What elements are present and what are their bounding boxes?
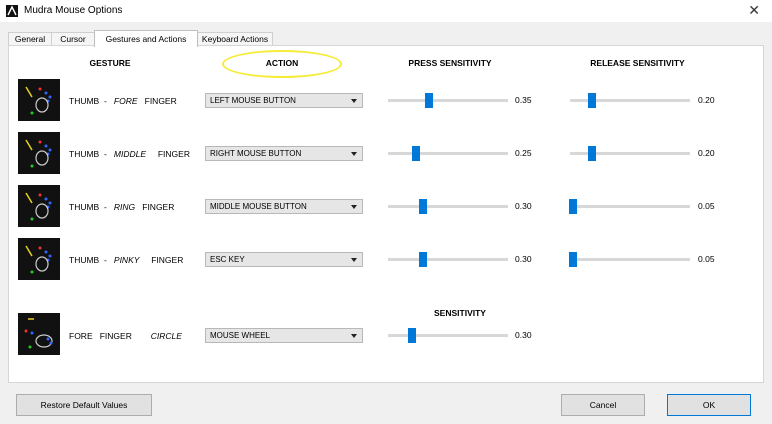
chevron-down-icon	[351, 258, 357, 262]
press-sensitivity-slider[interactable]	[388, 205, 508, 208]
press-sensitivity-slider[interactable]	[388, 152, 508, 155]
gesture-part-thumb: THUMB	[69, 96, 100, 106]
gesture-part-finger: FINGER	[151, 255, 184, 265]
gesture-dash: -	[103, 96, 107, 106]
release-slider-handle[interactable]	[588, 146, 596, 161]
gesture-dash: -	[103, 202, 107, 212]
release-sensitivity-value: 0.05	[698, 201, 715, 211]
gesture-part-thumb: THUMB	[69, 149, 100, 159]
title-bar: Mudra Mouse Options ✕	[0, 0, 772, 22]
header-sensitivity: SENSITIVITY	[434, 308, 486, 318]
release-slider-handle[interactable]	[588, 93, 596, 108]
release-sensitivity-slider[interactable]	[570, 205, 690, 208]
press-slider-handle[interactable]	[425, 93, 433, 108]
gesture-label: THUMB - FORE FINGER	[69, 96, 177, 106]
sensitivity-slider[interactable]	[388, 334, 508, 337]
action-value: ESC KEY	[210, 255, 245, 264]
gesture-thumbnail	[18, 132, 60, 174]
ok-button[interactable]: OK	[667, 394, 751, 416]
mudra-app-icon	[6, 5, 18, 17]
gesture-dash: -	[103, 149, 107, 159]
gesture-part-fore: FORE	[69, 331, 93, 341]
gesture-part-thumb: THUMB	[69, 255, 100, 265]
gesture-thumbnail	[18, 313, 60, 355]
tab-gestures-and-actions[interactable]: Gestures and Actions	[94, 30, 198, 47]
sensitivity-value: 0.30	[515, 330, 532, 340]
gesture-finger-name: RING	[113, 202, 136, 212]
gesture-finger-name: MIDDLE	[113, 149, 147, 159]
gesture-label: THUMB - RING FINGER	[69, 202, 174, 212]
chevron-down-icon	[351, 152, 357, 156]
gesture-motion-name: CIRCLE	[150, 331, 182, 341]
gesture-thumbnail	[18, 79, 60, 121]
annotation-circle	[222, 50, 342, 78]
gesture-label: THUMB - MIDDLE FINGER	[69, 149, 190, 159]
action-dropdown[interactable]: LEFT MOUSE BUTTON	[205, 93, 363, 108]
tab-cursor[interactable]: Cursor	[51, 32, 95, 46]
release-slider-handle[interactable]	[569, 199, 577, 214]
action-value: RIGHT MOUSE BUTTON	[210, 149, 302, 158]
gesture-thumbnail	[18, 238, 60, 280]
action-dropdown[interactable]: ESC KEY	[205, 252, 363, 267]
gesture-part-thumb: THUMB	[69, 202, 100, 212]
press-slider-handle[interactable]	[419, 252, 427, 267]
cancel-button[interactable]: Cancel	[561, 394, 645, 416]
gesture-label: THUMB - PINKY FINGER	[69, 255, 183, 265]
press-sensitivity-slider[interactable]	[388, 258, 508, 261]
press-sensitivity-value: 0.35	[515, 95, 532, 105]
release-slider-handle[interactable]	[569, 252, 577, 267]
release-sensitivity-value: 0.05	[698, 254, 715, 264]
restore-defaults-button[interactable]: Restore Default Values	[16, 394, 152, 416]
tab-general[interactable]: General	[8, 32, 52, 46]
release-sensitivity-value: 0.20	[698, 95, 715, 105]
action-dropdown[interactable]: MIDDLE MOUSE BUTTON	[205, 199, 363, 214]
sensitivity-slider-handle[interactable]	[408, 328, 416, 343]
action-dropdown[interactable]: MOUSE WHEEL	[205, 328, 363, 343]
chevron-down-icon	[351, 334, 357, 338]
header-release-sensitivity: RELEASE SENSITIVITY	[590, 58, 685, 68]
release-sensitivity-value: 0.20	[698, 148, 715, 158]
header-press-sensitivity: PRESS SENSITIVITY	[408, 58, 492, 68]
chevron-down-icon	[351, 99, 357, 103]
chevron-down-icon	[351, 205, 357, 209]
action-value: MIDDLE MOUSE BUTTON	[210, 202, 307, 211]
action-value: LEFT MOUSE BUTTON	[210, 96, 296, 105]
press-sensitivity-value: 0.25	[515, 148, 532, 158]
press-sensitivity-value: 0.30	[515, 254, 532, 264]
action-dropdown[interactable]: RIGHT MOUSE BUTTON	[205, 146, 363, 161]
release-sensitivity-slider[interactable]	[570, 258, 690, 261]
gesture-part-finger: FINGER	[99, 331, 132, 341]
gesture-part-finger: FINGER	[142, 202, 175, 212]
window-title: Mudra Mouse Options	[24, 5, 123, 16]
action-value: MOUSE WHEEL	[210, 331, 271, 340]
tab-keyboard-actions[interactable]: Keyboard Actions	[197, 32, 273, 46]
gesture-finger-name: PINKY	[113, 255, 140, 265]
gesture-thumbnail	[18, 185, 60, 227]
press-sensitivity-slider[interactable]	[388, 99, 508, 102]
press-slider-handle[interactable]	[412, 146, 420, 161]
gesture-label: FORE FINGER CIRCLE	[69, 331, 182, 341]
close-icon[interactable]: ✕	[748, 2, 760, 19]
gesture-part-finger: FINGER	[144, 96, 177, 106]
header-gesture: GESTURE	[89, 58, 131, 68]
press-sensitivity-value: 0.30	[515, 201, 532, 211]
gesture-finger-name: FORE	[113, 96, 138, 106]
gesture-part-finger: FINGER	[157, 149, 190, 159]
gesture-dash: -	[103, 255, 107, 265]
press-slider-handle[interactable]	[419, 199, 427, 214]
